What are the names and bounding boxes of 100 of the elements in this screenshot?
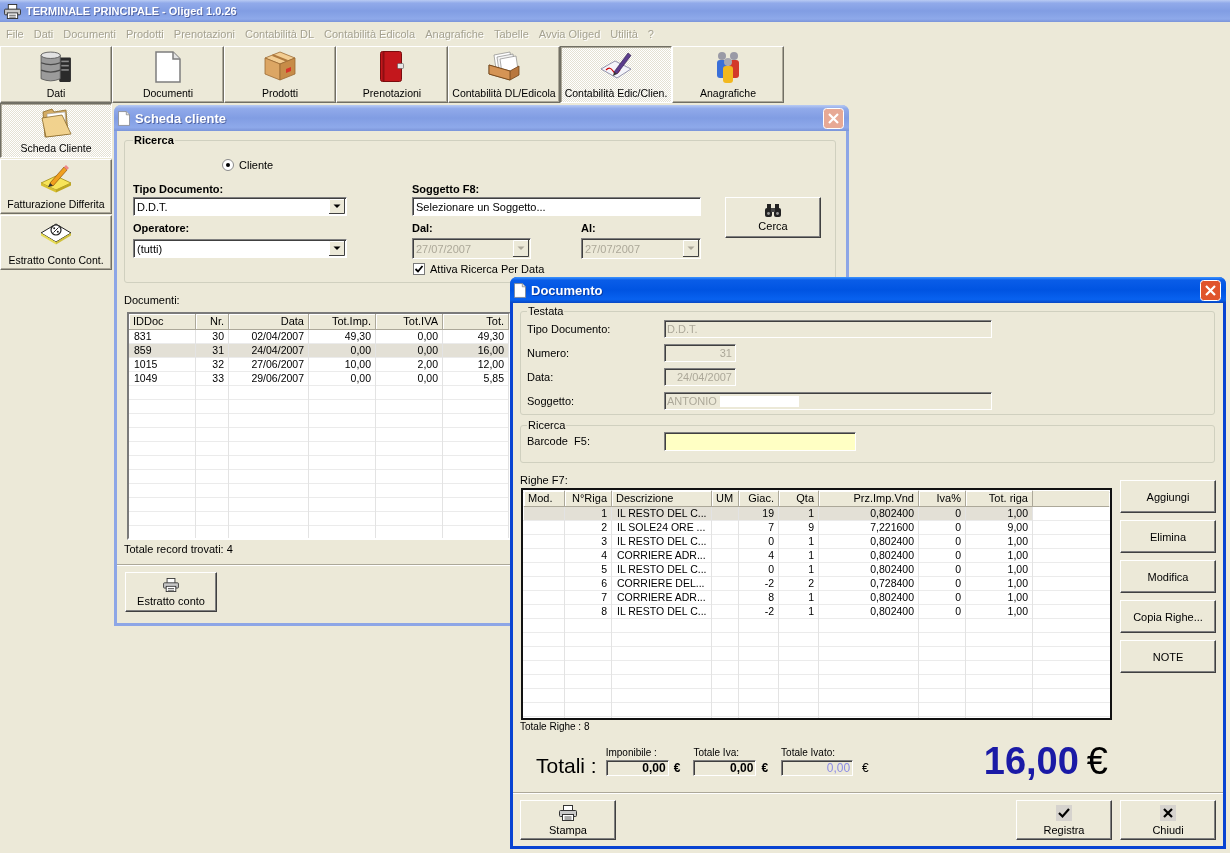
table-cell-text: 0,802400: [869, 563, 915, 577]
action-button[interactable]: Copia Righe...: [1120, 600, 1216, 633]
table-cell-text: 49,30: [476, 330, 505, 344]
field-label: Numero:: [527, 346, 570, 360]
sidebar-button[interactable]: Estratto Conto Cont.: [0, 215, 112, 270]
table-cell-text: 32: [211, 358, 225, 372]
table-cell-text: 1: [807, 605, 815, 619]
column-header: Nr.: [196, 314, 229, 329]
table-cell-text: 16,00: [476, 344, 505, 358]
table-cell-text: 0: [954, 535, 962, 549]
toolbar-button[interactable]: Prodotti: [224, 46, 336, 103]
window-title: Scheda cliente: [135, 110, 228, 126]
checkbox[interactable]: [413, 263, 425, 275]
table-cell-text: 8: [767, 591, 775, 605]
field-label: Tipo Documento:: [527, 322, 611, 336]
table-cell-text: 27/06/2007: [250, 358, 305, 372]
total-label: Totale Ivato:: [781, 747, 835, 758]
table-cell-text: IL RESTO DEL C...: [616, 563, 708, 577]
sidebar-button[interactable]: Scheda Cliente: [0, 103, 112, 158]
caret-icon[interactable]: [329, 241, 345, 256]
notepad-pencil-icon: [40, 164, 72, 193]
sidebar-button[interactable]: Fatturazione Differita: [0, 159, 112, 214]
footer-button[interactable]: Stampa: [520, 800, 616, 840]
table-cell-text: 2: [807, 577, 815, 591]
table-cell-text: IL RESTO DEL C...: [616, 507, 708, 521]
table-cell-text: 831: [133, 330, 153, 344]
toolbar-button[interactable]: Documenti: [112, 46, 224, 103]
table-cell-text: 0,728400: [869, 577, 915, 591]
table-row[interactable]: 859 31 24/04/2007 0,00 0,00 16,00: [129, 344, 509, 358]
column-header: Mod.: [524, 491, 565, 506]
dropdown[interactable]: D.D.T.: [133, 197, 347, 216]
table-cell-text: 0: [954, 591, 962, 605]
table-cell-text: 1015: [133, 358, 159, 372]
window-title: Documento: [531, 282, 604, 298]
table-cell-text: 0: [954, 521, 962, 535]
table-cell-text: 859: [133, 344, 153, 358]
table-cell-text: 1,00: [1006, 591, 1029, 605]
table-cell-text: 1: [807, 535, 815, 549]
search-button[interactable]: Cerca: [725, 197, 821, 238]
field-label: Barcode F5:: [527, 435, 590, 448]
window-title: TERMINALE PRINCIPALE - Oliged 1.0.26: [26, 5, 238, 17]
field-label: Tipo Documento:: [133, 183, 224, 196]
footer-button[interactable]: Chiudi: [1120, 800, 1216, 840]
table-cell-text: 0,802400: [869, 591, 915, 605]
toolbar-button[interactable]: Contabilità DL/Edicola: [448, 46, 560, 103]
action-button[interactable]: Elimina: [1120, 520, 1216, 553]
table-cell-text: 7: [600, 591, 608, 605]
table-cell-text: 12,00: [476, 358, 505, 372]
column-header: Tot.IVA: [376, 314, 443, 329]
section-label: Documenti:: [124, 294, 180, 307]
toolbar-button[interactable]: Contabilità Edic/Clien.: [560, 46, 672, 103]
action-button[interactable]: Aggiungi: [1120, 480, 1216, 513]
table-cell-text: 31: [211, 344, 225, 358]
table-cell-text: 1,00: [1006, 507, 1029, 521]
table-cell-text: 7: [767, 521, 775, 535]
table-cell-text: 8: [600, 605, 608, 619]
table-row[interactable]: 1 IL RESTO DEL C... 19 1 0,802400 0 1,00: [524, 507, 1033, 521]
toolbar-button[interactable]: Dati: [0, 46, 112, 103]
total-field: 0,00: [693, 760, 757, 776]
radio-button[interactable]: [222, 159, 234, 171]
column-header: Iva%: [919, 491, 966, 506]
folder-icon: [40, 108, 72, 138]
column-header: Data: [229, 314, 309, 329]
readonly-field: 31: [664, 344, 736, 362]
column-header: Tot.: [443, 314, 509, 329]
card-file-box-icon: [488, 51, 520, 81]
column-header: IDDoc: [129, 314, 196, 329]
table-cell-text: 1,00: [1006, 549, 1029, 563]
close-icon[interactable]: [1200, 279, 1221, 301]
table-cell-text: 0,00: [349, 372, 372, 386]
text-input[interactable]: Selezionare un Soggetto...: [412, 197, 701, 216]
toolbar-button[interactable]: Anagrafiche: [672, 46, 784, 103]
toolbar-button[interactable]: Prenotazioni: [336, 46, 448, 103]
table-cell-text: 1,00: [1006, 605, 1029, 619]
footer-button[interactable]: Registra: [1016, 800, 1112, 840]
table-cell-text: CORRIERE DEL...: [616, 577, 706, 591]
field-label: Operatore:: [133, 222, 190, 235]
statement-button[interactable]: Estratto conto: [125, 572, 217, 612]
table-cell-text: -2: [763, 605, 775, 619]
action-button[interactable]: NOTE: [1120, 640, 1216, 673]
table-cell-text: 1: [807, 507, 815, 521]
table-cell-text: 2: [600, 521, 608, 535]
total-field: 0,00: [605, 760, 669, 776]
group-title: Testata: [527, 305, 565, 318]
table-cell-text: 0,00: [349, 344, 372, 358]
barcode-input[interactable]: [664, 432, 856, 451]
table-cell-text: 33: [211, 372, 225, 386]
table-cell-text: 5: [600, 563, 608, 577]
table-cell-text: 1,00: [1006, 577, 1029, 591]
dropdown[interactable]: (tutti): [133, 239, 347, 258]
field-label: Data:: [527, 370, 554, 384]
table-cell-text: 30: [211, 330, 225, 344]
action-button[interactable]: Modifica: [1120, 560, 1216, 593]
table-cell-text: 1: [807, 549, 815, 563]
table-cell-text: 4: [767, 549, 775, 563]
caret-icon[interactable]: [329, 199, 345, 214]
table-cell-text: 0,00: [416, 344, 439, 358]
group-title: Ricerca: [133, 134, 175, 147]
column-header: Qta: [779, 491, 819, 506]
column-header: N°Riga: [565, 491, 612, 506]
